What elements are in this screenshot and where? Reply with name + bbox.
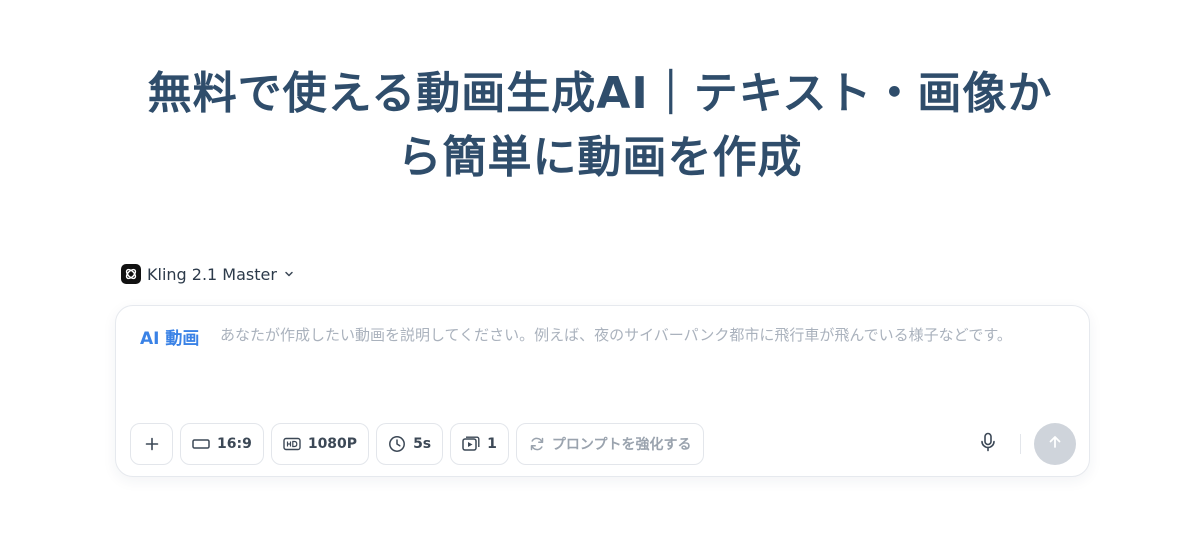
page: 無料で使える動画生成AI｜テキスト・画像か ら簡単に動画を作成 Kling 2.…: [0, 0, 1200, 536]
aspect-ratio-icon: [192, 438, 210, 450]
plus-icon: [145, 437, 159, 451]
page-title: 無料で使える動画生成AI｜テキスト・画像か ら簡単に動画を作成: [100, 62, 1100, 190]
clock-icon: [388, 435, 406, 453]
model-selector[interactable]: Kling 2.1 Master: [121, 263, 295, 285]
prompt-card: AI 動画 16:9: [115, 305, 1090, 477]
kling-logo-icon: [121, 264, 141, 284]
send-button[interactable]: [1034, 423, 1076, 465]
resolution-value: 1080P: [307, 436, 358, 452]
enhance-prompt-label: プロンプトを強化する: [551, 437, 692, 453]
add-attachment-button[interactable]: [130, 423, 173, 465]
video-count-value: 1: [487, 436, 497, 452]
hd-icon: [283, 437, 301, 451]
video-count-button[interactable]: 1: [450, 423, 509, 465]
page-title-line-2: ら簡単に動画を作成: [397, 132, 803, 183]
prompt-toolbar: 16:9 1080P 5s 1 プロンプトを強化する: [130, 422, 705, 466]
aspect-ratio-value: 16:9: [217, 436, 252, 452]
resolution-button[interactable]: 1080P: [270, 423, 370, 465]
page-title-line-1: 無料で使える動画生成AI｜テキスト・画像か: [147, 68, 1053, 119]
chevron-down-icon: [283, 268, 295, 280]
duration-button[interactable]: 5s: [376, 423, 444, 465]
refresh-icon: [529, 436, 545, 452]
video-stack-icon: [462, 436, 480, 452]
ai-video-mode-label[interactable]: AI 動画: [140, 324, 199, 349]
toolbar-divider: [1020, 434, 1021, 454]
microphone-button[interactable]: [976, 432, 1000, 456]
enhance-prompt-button[interactable]: プロンプトを強化する: [515, 423, 705, 465]
prompt-input[interactable]: [220, 322, 1072, 382]
model-selector-label: Kling 2.1 Master: [147, 264, 277, 284]
arrow-up-icon: [1047, 434, 1063, 454]
aspect-ratio-button[interactable]: 16:9: [180, 423, 264, 465]
microphone-icon: [979, 432, 997, 456]
duration-value: 5s: [413, 436, 432, 452]
